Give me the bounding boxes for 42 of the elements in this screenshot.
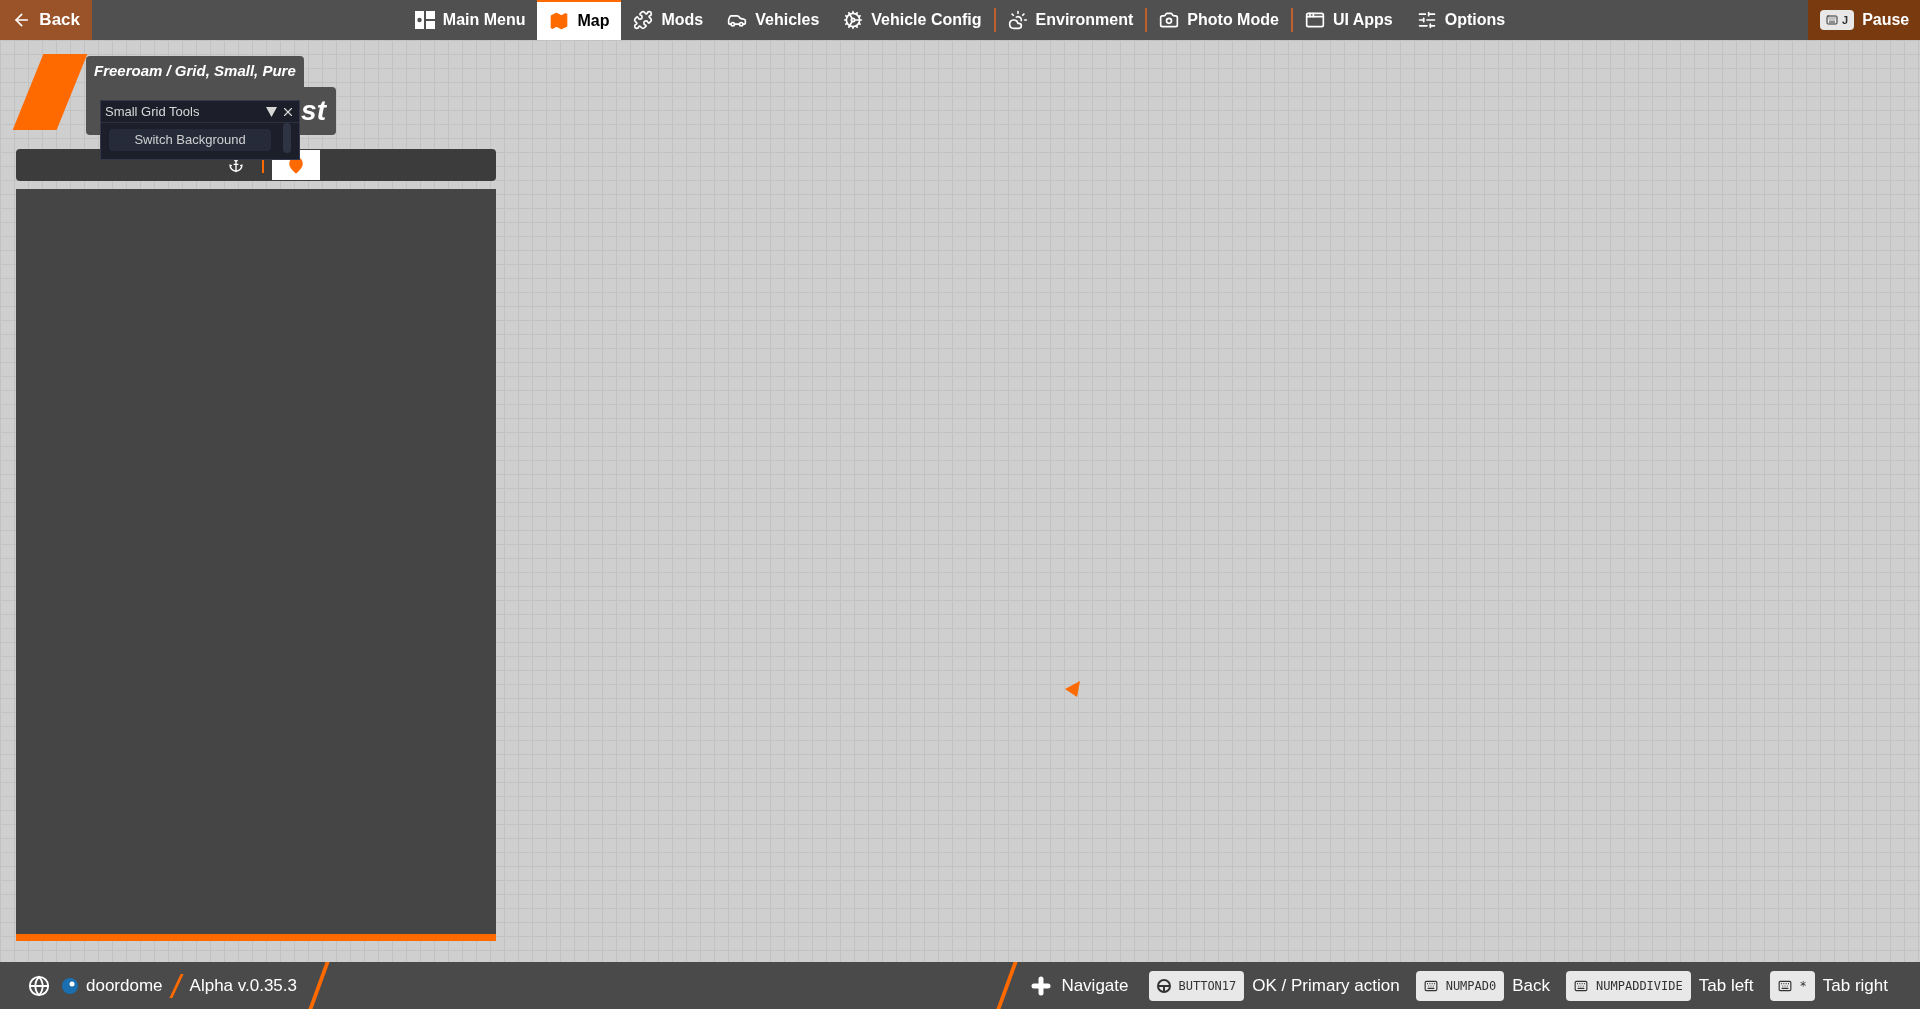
nav-tab[interactable]: UI Apps <box>1292 0 1405 40</box>
key-badge: BUTTON17 <box>1148 970 1245 1001</box>
keyboard-icon <box>1826 14 1838 26</box>
keyboard-icon <box>1423 978 1438 993</box>
menu-icon <box>414 11 435 29</box>
username: doordome <box>86 974 163 997</box>
back-button[interactable]: Back <box>0 0 92 40</box>
keyboard-icon <box>1574 978 1589 993</box>
hint-label: Tab right <box>1822 974 1888 997</box>
puzzle-icon <box>633 10 654 30</box>
nav-tab[interactable]: Mods <box>621 0 716 40</box>
hint-label: Back <box>1512 974 1551 997</box>
key-badge: * <box>1769 970 1815 1001</box>
breadcrumb: Freeroam / Grid, Small, Pure <box>86 56 304 87</box>
pause-button[interactable]: J Pause <box>1808 0 1920 40</box>
nav-tab[interactable]: Vehicle Config <box>831 0 994 40</box>
switch-background-button[interactable]: Switch Background <box>109 129 272 151</box>
weather-icon <box>1007 10 1028 30</box>
nav-tab[interactable]: Environment <box>995 0 1146 40</box>
nav-tab[interactable]: Vehicles <box>715 0 832 40</box>
hint-label: OK / Primary action <box>1252 974 1400 997</box>
nav-tab[interactable]: Map <box>537 0 622 40</box>
scrollbar-thumb[interactable] <box>283 123 291 153</box>
steering-wheel-icon <box>1156 978 1171 993</box>
hint-label: Navigate <box>1061 974 1129 997</box>
keyboard-icon <box>1777 978 1792 993</box>
tool-window-title: Small Grid Tools <box>105 102 200 121</box>
nav-tab[interactable]: Main Menu <box>402 0 538 40</box>
collapse-triangle-icon[interactable] <box>266 106 277 117</box>
globe-icon[interactable] <box>28 974 50 997</box>
version-label: Alpha v.0.35.3 <box>189 974 297 997</box>
key-badge: J <box>1820 9 1855 31</box>
key-badge: NUMPAD0 <box>1415 970 1505 1001</box>
nav-tab[interactable]: Options <box>1404 0 1518 40</box>
apps-icon <box>1304 10 1325 30</box>
sliders-icon <box>1416 10 1437 30</box>
hint-label: Tab left <box>1698 974 1754 997</box>
map-icon <box>549 11 570 31</box>
player-arrow-icon <box>1064 680 1082 698</box>
key-badge: NUMPADDIVIDE <box>1566 970 1691 1001</box>
camera-icon <box>1159 10 1180 30</box>
nav-tab[interactable]: Photo Mode <box>1147 0 1291 40</box>
